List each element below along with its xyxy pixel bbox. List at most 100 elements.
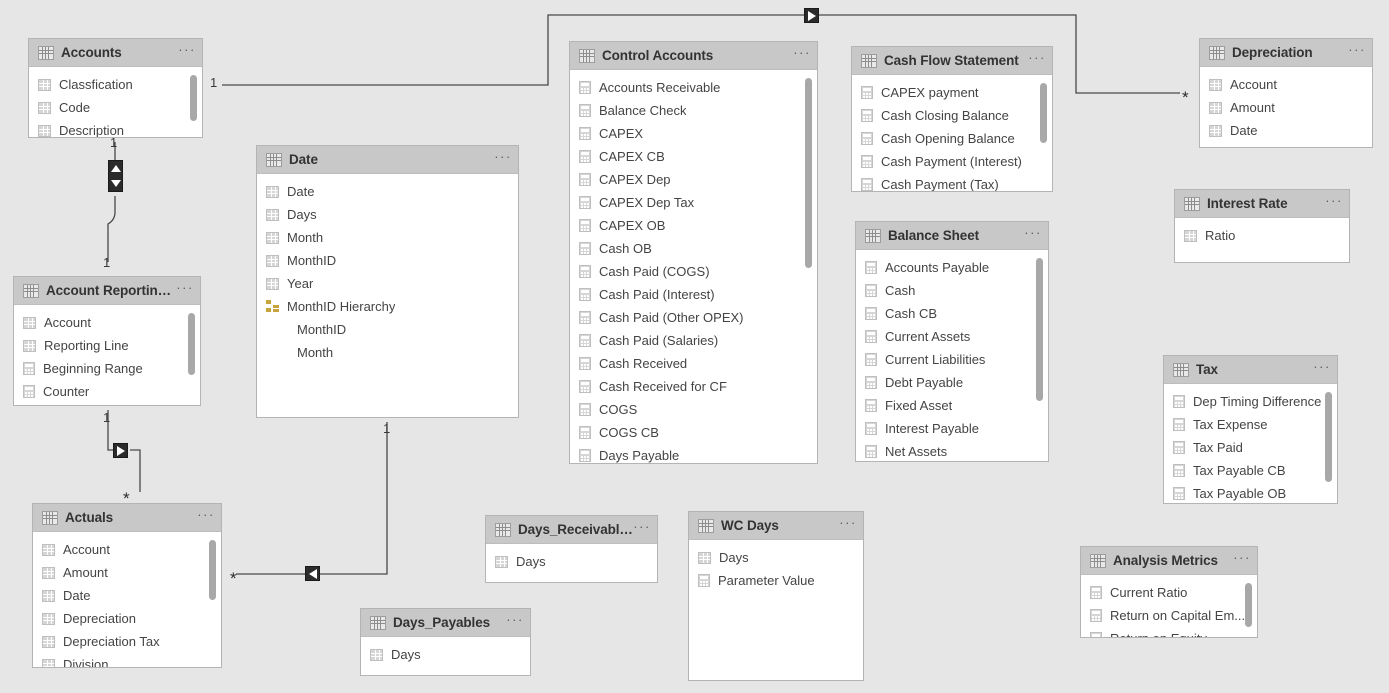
table-card-balance-sheet[interactable]: Balance Sheet ··· Accounts Payable Cash Cash… <box>855 221 1049 462</box>
table-field[interactable]: Return on Capital Em... <box>1081 604 1257 627</box>
table-field[interactable]: Debt Payable <box>856 371 1048 394</box>
table-card-cash-flow-statement[interactable]: Cash Flow Statement ··· CAPEX payment Cash … <box>851 46 1053 192</box>
more-options-icon[interactable]: ··· <box>1325 194 1343 211</box>
table-field[interactable]: Cash Paid (Salaries) <box>570 329 817 352</box>
table-header-balance-sheet[interactable]: Balance Sheet ··· <box>856 222 1048 250</box>
table-field[interactable]: MonthID <box>257 249 518 272</box>
table-field[interactable]: Days <box>689 546 863 569</box>
table-header-accounts[interactable]: Accounts ··· <box>29 39 202 67</box>
table-field[interactable]: Fixed Asset <box>856 394 1048 417</box>
table-header-control-accounts[interactable]: Control Accounts ··· <box>570 42 817 70</box>
table-field[interactable]: Classfication <box>29 73 202 96</box>
table-field[interactable]: Cash Payment (Interest) <box>852 150 1052 173</box>
model-diagram-canvas[interactable]: 1 1 1 1 * 1 * * Accounts ··· Classfication… <box>0 0 1389 693</box>
table-header-days-payables[interactable]: Days_Payables ··· <box>361 609 530 637</box>
field-list-scrollbar[interactable] <box>190 75 197 121</box>
more-options-icon[interactable]: ··· <box>1233 551 1251 568</box>
table-field[interactable]: Cash OB <box>570 237 817 260</box>
table-card-actuals[interactable]: Actuals ··· Account Amount Date Depreciation D… <box>32 503 222 668</box>
table-field[interactable]: Amount <box>33 561 221 584</box>
table-field[interactable]: Code <box>29 96 202 119</box>
table-card-date[interactable]: Date ··· Date Days Month MonthID Year MonthID H… <box>256 145 519 418</box>
table-field[interactable]: MonthID Hierarchy <box>257 295 518 318</box>
field-list-scrollbar[interactable] <box>1325 392 1332 482</box>
table-field[interactable]: CAPEX Dep <box>570 168 817 191</box>
table-field[interactable]: Amount <box>1200 96 1372 119</box>
table-field[interactable]: COGS <box>570 398 817 421</box>
table-field[interactable]: Days Payable <box>570 444 817 463</box>
table-field[interactable]: Current Assets <box>856 325 1048 348</box>
table-field[interactable]: Account <box>14 311 200 334</box>
table-field[interactable]: Cash Opening Balance <box>852 127 1052 150</box>
table-header-date[interactable]: Date ··· <box>257 146 518 174</box>
table-field[interactable]: CAPEX payment <box>852 81 1052 104</box>
table-field[interactable]: Cash <box>856 279 1048 302</box>
table-header-cash-flow-statement[interactable]: Cash Flow Statement ··· <box>852 47 1052 75</box>
table-field[interactable]: Net Assets <box>856 440 1048 461</box>
table-card-control-accounts[interactable]: Control Accounts ··· Accounts Receivable Ba… <box>569 41 818 464</box>
table-field[interactable]: COGS CB <box>570 421 817 444</box>
table-field[interactable]: Year <box>257 272 518 295</box>
table-header-analysis-metrics[interactable]: Analysis Metrics ··· <box>1081 547 1257 575</box>
table-field[interactable]: Date <box>1200 119 1372 142</box>
table-field[interactable]: Account <box>1200 73 1372 96</box>
table-field[interactable]: Month <box>257 226 518 249</box>
table-field[interactable]: Cash Closing Balance <box>852 104 1052 127</box>
field-list-scrollbar[interactable] <box>1040 83 1047 143</box>
table-header-depreciation[interactable]: Depreciation ··· <box>1200 39 1372 67</box>
table-header-days-receivables[interactable]: Days_Receivables ··· <box>486 516 657 544</box>
table-field[interactable]: Division <box>33 653 221 667</box>
table-header-actuals[interactable]: Actuals ··· <box>33 504 221 532</box>
table-field[interactable]: Cash Received for CF <box>570 375 817 398</box>
table-field[interactable]: Date <box>33 584 221 607</box>
more-options-icon[interactable]: ··· <box>1028 51 1046 68</box>
table-field[interactable]: Return on Equity <box>1081 627 1257 637</box>
table-card-account-reporting-lines[interactable]: Account Reporting L... ··· Account Reportin… <box>13 276 201 406</box>
more-options-icon[interactable]: ··· <box>506 613 524 630</box>
table-field[interactable]: Counter <box>14 380 200 403</box>
table-field[interactable]: Ratio <box>1175 224 1349 247</box>
more-options-icon[interactable]: ··· <box>633 520 651 537</box>
table-field[interactable]: Date <box>257 180 518 203</box>
table-card-days-receivables[interactable]: Days_Receivables ··· Days <box>485 515 658 583</box>
table-field[interactable]: CAPEX OB <box>570 214 817 237</box>
more-options-icon[interactable]: ··· <box>1348 43 1366 60</box>
relationship-marker-arrow-left-date[interactable] <box>305 566 320 581</box>
table-field[interactable]: Interest Payable <box>856 417 1048 440</box>
table-field[interactable]: Current Ratio <box>1081 581 1257 604</box>
table-card-accounts[interactable]: Accounts ··· Classfication Code Description <box>28 38 203 138</box>
table-header-tax[interactable]: Tax ··· <box>1164 356 1337 384</box>
table-field[interactable]: Accounts Receivable <box>570 76 817 99</box>
table-field[interactable]: Cash Payment (Tax) <box>852 173 1052 191</box>
relationship-marker-bidirectional[interactable] <box>108 160 123 192</box>
more-options-icon[interactable]: ··· <box>1313 360 1331 377</box>
table-field[interactable]: Tax Paid <box>1164 436 1337 459</box>
table-field[interactable]: Depreciation <box>33 607 221 630</box>
table-field[interactable]: Dep Timing Difference <box>1164 390 1337 413</box>
relationship-marker-arrow-right-top[interactable] <box>804 8 819 23</box>
field-list-scrollbar[interactable] <box>1036 258 1043 401</box>
table-field[interactable]: Days <box>486 550 657 573</box>
table-card-tax[interactable]: Tax ··· Dep Timing Difference Tax Expense Ta… <box>1163 355 1338 504</box>
table-field[interactable]: Cash CB <box>856 302 1048 325</box>
table-field[interactable]: Cash Received <box>570 352 817 375</box>
table-card-days-payables[interactable]: Days_Payables ··· Days <box>360 608 531 676</box>
more-options-icon[interactable]: ··· <box>176 281 194 298</box>
field-list-scrollbar[interactable] <box>209 540 216 600</box>
table-card-wc-days[interactable]: WC Days ··· Days Parameter Value <box>688 511 864 681</box>
table-field[interactable]: Cash Paid (Interest) <box>570 283 817 306</box>
table-field[interactable]: CAPEX Dep Tax <box>570 191 817 214</box>
table-card-depreciation[interactable]: Depreciation ··· Account Amount Date <box>1199 38 1373 148</box>
table-header-wc-days[interactable]: WC Days ··· <box>689 512 863 540</box>
table-field[interactable]: Parameter Value <box>689 569 863 592</box>
table-field[interactable]: Accounts Payable <box>856 256 1048 279</box>
table-field[interactable]: Account <box>33 538 221 561</box>
more-options-icon[interactable]: ··· <box>178 43 196 60</box>
table-field[interactable]: CAPEX <box>570 122 817 145</box>
table-card-interest-rate[interactable]: Interest Rate ··· Ratio <box>1174 189 1350 263</box>
more-options-icon[interactable]: ··· <box>1024 226 1042 243</box>
more-options-icon[interactable]: ··· <box>839 516 857 533</box>
table-field[interactable]: Depreciation Tax <box>33 630 221 653</box>
table-header-account-reporting-lines[interactable]: Account Reporting L... ··· <box>14 277 200 305</box>
table-field[interactable]: Current Liabilities <box>856 348 1048 371</box>
